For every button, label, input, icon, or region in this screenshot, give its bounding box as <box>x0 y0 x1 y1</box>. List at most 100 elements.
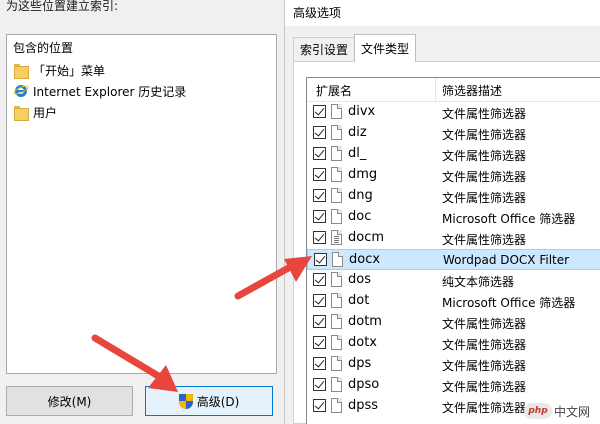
table-row[interactable]: dotx 文件属性筛选器 <box>307 333 600 354</box>
location-item-users[interactable]: 用户 <box>14 103 57 121</box>
row-extension: dl_ <box>348 146 367 161</box>
blank-file-icon <box>332 252 343 267</box>
table-row[interactable]: divx 文件属性筛选器 <box>307 102 600 123</box>
file-type-list[interactable]: 扩展名 筛选器描述 divx 文件属性筛选器 diz 文件属性筛选器 dl_ 文件属性筛选… <box>306 77 600 424</box>
row-checkbox[interactable] <box>313 126 326 139</box>
row-filter-description: 文件属性筛选器 <box>442 191 527 205</box>
advanced-button-label: 高级(D) <box>196 394 240 409</box>
row-filter-description: 文件属性筛选器 <box>442 380 527 394</box>
indexing-options-window: 为这些位置建立索引: 包含的位置 「开始」菜单 Internet Explore… <box>0 0 286 424</box>
table-row[interactable]: dng 文件属性筛选器 <box>307 186 600 207</box>
watermark-text: 中文网 <box>554 404 591 419</box>
row-extension: divx <box>348 104 376 119</box>
row-extension: dotm <box>348 314 382 329</box>
table-row[interactable]: docx Wordpad DOCX Filter <box>307 249 600 270</box>
uac-shield-icon <box>178 393 193 409</box>
column-divider[interactable] <box>435 78 436 102</box>
blank-file-icon <box>331 272 342 287</box>
table-row[interactable]: diz 文件属性筛选器 <box>307 123 600 144</box>
row-checkbox[interactable] <box>314 253 327 266</box>
row-filter-description: 文件属性筛选器 <box>442 107 527 121</box>
row-filter-description: 纯文本筛选器 <box>442 275 515 289</box>
table-row[interactable]: doc Microsoft Office 筛选器 <box>307 207 600 228</box>
row-checkbox[interactable] <box>313 231 326 244</box>
row-filter-description: 文件属性筛选器 <box>442 149 527 163</box>
table-row[interactable]: dos 纯文本筛选器 <box>307 270 600 291</box>
row-extension: dpss <box>348 398 379 413</box>
row-filter-description: 文件属性筛选器 <box>442 233 527 247</box>
advanced-button[interactable]: 高级(D) <box>145 386 273 416</box>
row-checkbox[interactable] <box>313 336 326 349</box>
dialog-titlebar[interactable]: 高级选项 <box>285 0 600 26</box>
tab-label: 索引设置 <box>299 43 348 57</box>
row-extension: dmg <box>348 167 378 182</box>
row-extension: dpso <box>348 377 380 392</box>
row-extension: docm <box>348 230 385 245</box>
blank-file-icon <box>331 314 342 329</box>
row-checkbox[interactable] <box>313 357 326 370</box>
row-checkbox[interactable] <box>313 189 326 202</box>
row-filter-description: 文件属性筛选器 <box>442 128 527 142</box>
location-label: Internet Explorer 历史记录 <box>33 84 187 99</box>
row-extension: diz <box>348 125 367 140</box>
row-checkbox[interactable] <box>313 315 326 328</box>
row-checkbox[interactable] <box>313 273 326 286</box>
row-extension: docx <box>349 252 381 267</box>
row-filter-description: 文件属性筛选器 <box>442 359 527 373</box>
internet-explorer-icon <box>12 83 30 98</box>
folder-icon <box>14 63 29 79</box>
table-row[interactable]: dot Microsoft Office 筛选器 <box>307 291 600 312</box>
advanced-options-dialog: 高级选项 索引设置 文件类型 扩展名 筛选器描述 divx 文件属性筛选器 diz 文… <box>284 0 600 424</box>
row-extension: dng <box>348 188 373 203</box>
row-filter-description: 文件属性筛选器 <box>442 170 527 184</box>
blank-file-icon <box>331 167 342 182</box>
modify-button-label: 修改(M) <box>47 394 92 409</box>
table-row[interactable]: dpso 文件属性筛选器 <box>307 375 600 396</box>
blank-file-icon <box>331 398 342 413</box>
row-extension: dotx <box>348 335 377 350</box>
dialog-title: 高级选项 <box>293 6 342 20</box>
blank-file-icon <box>331 377 342 392</box>
row-checkbox[interactable] <box>313 105 326 118</box>
location-label: 「开始」菜单 <box>33 63 106 78</box>
table-row[interactable]: dl_ 文件属性筛选器 <box>307 144 600 165</box>
row-checkbox[interactable] <box>313 210 326 223</box>
tab-index-settings[interactable]: 索引设置 <box>293 37 355 61</box>
table-row[interactable]: dps 文件属性筛选器 <box>307 354 600 375</box>
blank-file-icon <box>331 146 342 161</box>
row-checkbox[interactable] <box>313 294 326 307</box>
location-item-start-menu[interactable]: 「开始」菜单 <box>14 61 105 79</box>
tab-file-types[interactable]: 文件类型 <box>354 34 416 62</box>
php-logo-icon: php <box>524 403 552 419</box>
row-checkbox[interactable] <box>313 378 326 391</box>
blank-file-icon <box>331 188 342 203</box>
table-row[interactable]: dmg 文件属性筛选器 <box>307 165 600 186</box>
included-locations-panel: 包含的位置 「开始」菜单 Internet Explorer 历史记录 用户 <box>6 34 277 374</box>
row-filter-description: Wordpad DOCX Filter <box>443 253 570 267</box>
column-header-extension[interactable]: 扩展名 <box>316 82 352 99</box>
modify-button[interactable]: 修改(M) <box>6 386 133 416</box>
text-file-icon <box>331 230 342 245</box>
column-header-filter[interactable]: 筛选器描述 <box>442 82 502 99</box>
blank-file-icon <box>331 293 342 308</box>
site-watermark: php 中文网 <box>524 402 594 420</box>
location-item-ie-history[interactable]: Internet Explorer 历史记录 <box>12 82 187 100</box>
row-checkbox[interactable] <box>313 168 326 181</box>
row-filter-description: Microsoft Office 筛选器 <box>442 296 576 310</box>
row-checkbox[interactable] <box>313 147 326 160</box>
row-filter-description: 文件属性筛选器 <box>442 338 527 352</box>
row-checkbox[interactable] <box>313 399 326 412</box>
file-types-tab-panel: 扩展名 筛选器描述 divx 文件属性筛选器 diz 文件属性筛选器 dl_ 文件属性筛选… <box>293 61 600 424</box>
included-locations-title: 包含的位置 <box>13 41 74 55</box>
index-locations-header: 为这些位置建立索引: <box>6 0 119 13</box>
row-extension: dos <box>348 272 371 287</box>
blank-file-icon <box>331 125 342 140</box>
table-row[interactable]: dotm 文件属性筛选器 <box>307 312 600 333</box>
blank-file-icon <box>331 356 342 371</box>
table-row[interactable]: docm 文件属性筛选器 <box>307 228 600 249</box>
row-extension: dps <box>348 356 372 371</box>
row-filter-description: 文件属性筛选器 <box>442 401 527 415</box>
tab-label: 文件类型 <box>360 42 409 56</box>
row-extension: dot <box>348 293 370 308</box>
row-extension: doc <box>348 209 372 224</box>
